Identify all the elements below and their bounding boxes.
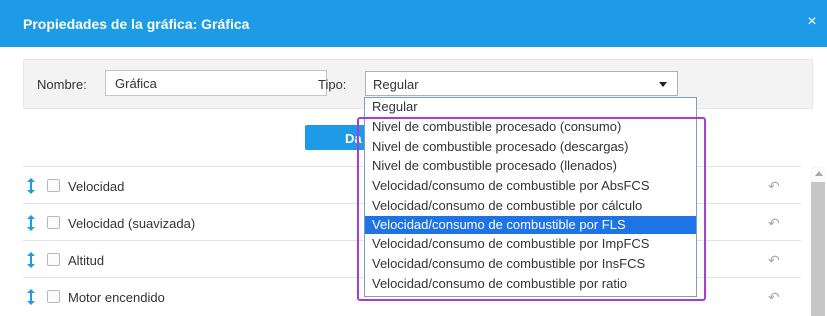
dropdown-option[interactable]: Velocidad/consumo de combustible por cál… <box>365 197 696 215</box>
type-label: Tipo: <box>318 77 347 92</box>
drag-handle-icon[interactable] <box>27 215 35 231</box>
dialog-titlebar: Propiedades de la gráfica: Gráfica × <box>0 0 827 47</box>
reset-icon[interactable]: ↶ <box>768 289 780 306</box>
dropdown-option[interactable]: Velocidad/consumo de combustible por Abs… <box>365 177 696 195</box>
data-tab-button[interactable]: Da <box>305 125 365 150</box>
scrollbar-thumb[interactable] <box>811 182 825 316</box>
dropdown-option[interactable]: Velocidad/consumo de combustible por rat… <box>365 275 696 293</box>
close-icon[interactable]: × <box>805 13 819 31</box>
drag-handle-icon[interactable] <box>27 252 35 268</box>
row-label: Velocidad <box>68 179 125 194</box>
dropdown-option[interactable]: Nivel de combustible procesado (descarga… <box>365 138 696 156</box>
chevron-down-icon <box>659 82 667 87</box>
dropdown-option[interactable]: Velocidad/consumo de combustible por Ins… <box>365 255 696 273</box>
dropdown-option[interactable]: Nivel de combustible procesado (consumo) <box>365 118 696 136</box>
row-label: Velocidad (suavizada) <box>68 216 196 231</box>
drag-handle-icon[interactable] <box>27 289 35 305</box>
type-select-value: Regular <box>373 77 419 92</box>
drag-handle-icon[interactable] <box>27 178 35 194</box>
dropdown-option[interactable]: Velocidad/consumo de combustible por FLS <box>365 216 696 234</box>
type-dropdown-list: Regular Nivel de combustible procesado (… <box>364 97 697 297</box>
dialog-title: Propiedades de la gráfica: Gráfica <box>23 16 250 32</box>
row-label: Altitud <box>68 253 105 268</box>
scroll-up-icon[interactable] <box>815 171 823 176</box>
dropdown-option[interactable]: Nivel de combustible procesado (llenados… <box>365 157 696 175</box>
checkbox[interactable] <box>47 290 60 303</box>
type-select[interactable]: Regular <box>365 71 678 96</box>
checkbox[interactable] <box>47 253 60 266</box>
dropdown-option[interactable]: Regular <box>365 98 696 116</box>
name-label: Nombre: <box>37 77 87 92</box>
reset-icon[interactable]: ↶ <box>768 178 780 195</box>
checkbox[interactable] <box>47 216 60 229</box>
name-input[interactable]: Gráfica <box>105 70 327 96</box>
reset-icon[interactable]: ↶ <box>768 252 780 269</box>
dropdown-option[interactable]: Velocidad/consumo de combustible por Imp… <box>365 235 696 253</box>
checkbox[interactable] <box>47 179 60 192</box>
row-label: Motor encendido <box>68 290 165 305</box>
reset-icon[interactable]: ↶ <box>768 215 780 232</box>
